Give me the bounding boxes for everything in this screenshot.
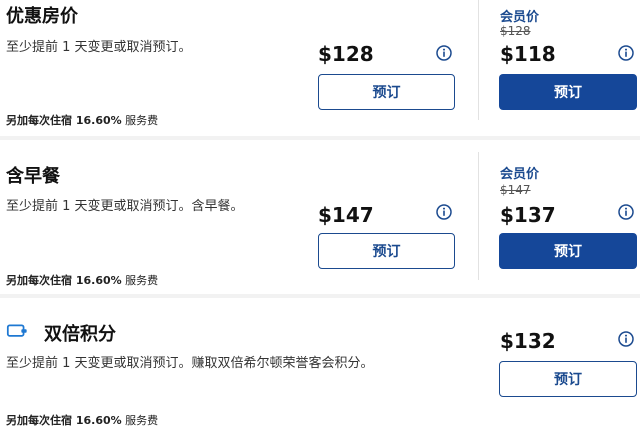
info-icon[interactable] <box>436 204 452 220</box>
standard-price: $147 <box>318 203 374 227</box>
fee-prefix: 另加每次住宿 <box>6 274 76 287</box>
service-fee-note: 另加每次住宿 16.60% 服务费 <box>6 112 158 128</box>
info-icon[interactable] <box>436 45 452 61</box>
info-icon[interactable] <box>618 45 634 61</box>
member-book-button[interactable]: 预订 <box>499 74 637 110</box>
service-fee-note: 另加每次住宿 16.60% 服务费 <box>6 272 158 288</box>
info-icon[interactable] <box>618 204 634 220</box>
rate-description: 至少提前 1 天变更或取消预订。赚取双倍希尔顿荣誉客会积分。 <box>6 356 374 371</box>
fee-suffix: 服务费 <box>121 414 159 427</box>
fee-percent: 16.60% <box>75 274 122 287</box>
fee-prefix: 另加每次住宿 <box>6 414 76 427</box>
member-price: $137 <box>500 203 556 227</box>
member-book-button[interactable]: 预订 <box>499 233 637 269</box>
member-original-price: $128 <box>500 24 531 38</box>
book-button[interactable]: 预订 <box>318 74 455 110</box>
fee-suffix: 服务费 <box>121 114 159 127</box>
book-button[interactable]: 预订 <box>499 361 637 397</box>
rate-row-breakfast: 含早餐 至少提前 1 天变更或取消预订。含早餐。 另加每次住宿 16.60% 服… <box>0 140 640 296</box>
standard-price: $128 <box>318 42 374 66</box>
rate-title: 含早餐 <box>6 166 60 187</box>
member-price-label: 会员价 <box>500 10 540 25</box>
member-price-label: 会员价 <box>500 167 540 182</box>
rate-row-discount: 优惠房价 至少提前 1 天变更或取消预订。 另加每次住宿 16.60% 服务费 … <box>0 0 640 136</box>
member-original-price: $147 <box>500 183 531 197</box>
rate-description: 至少提前 1 天变更或取消预订。 <box>6 40 192 55</box>
book-button[interactable]: 预订 <box>318 233 455 269</box>
rate-description: 至少提前 1 天变更或取消预订。含早餐。 <box>6 199 244 214</box>
fee-prefix: 另加每次住宿 <box>6 114 76 127</box>
column-divider <box>478 0 479 120</box>
fee-suffix: 服务费 <box>121 274 159 287</box>
points-card-icon <box>6 324 27 337</box>
info-icon[interactable] <box>618 331 634 347</box>
fee-percent: 16.60% <box>75 414 122 427</box>
rate-title: 双倍积分 <box>44 324 116 345</box>
rate-row-double-points: 双倍积分 至少提前 1 天变更或取消预订。赚取双倍希尔顿荣誉客会积分。 另加每次… <box>0 298 640 435</box>
service-fee-note: 另加每次住宿 16.60% 服务费 <box>6 412 158 428</box>
standard-price: $132 <box>500 329 556 353</box>
column-divider <box>478 152 479 280</box>
rate-title: 优惠房价 <box>6 6 78 27</box>
member-price: $118 <box>500 42 556 66</box>
fee-percent: 16.60% <box>75 114 122 127</box>
